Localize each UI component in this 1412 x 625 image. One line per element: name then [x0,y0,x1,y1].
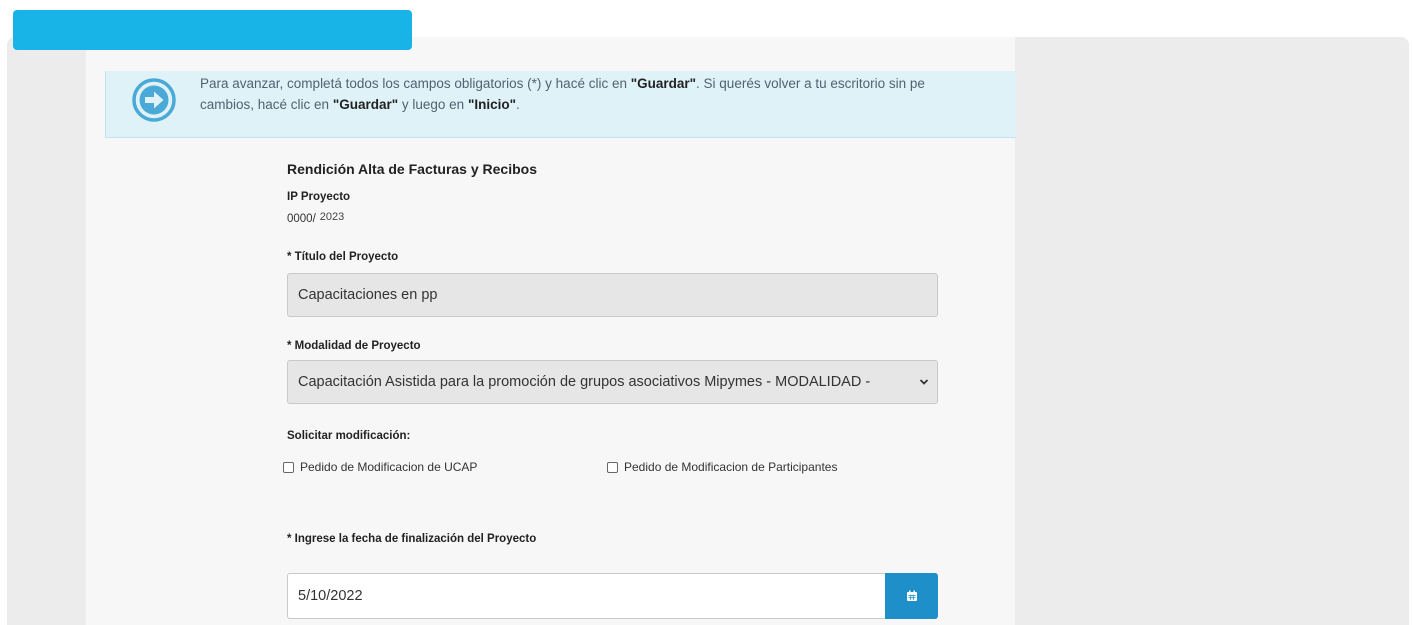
solicitar-label: Solicitar modificación: [287,430,411,442]
titulo-label: * Título del Proyecto [287,251,399,263]
ip-proyecto-value: 0000/2023 [287,211,345,225]
modalidad-select[interactable]: Capacitación Asistida para la promoción … [287,360,938,404]
calendar-icon [906,590,917,601]
arrow-right-circle-icon [132,78,176,122]
titulo-field[interactable]: Capacitaciones en pp [287,273,938,317]
ip-proyecto-label: IP Proyecto [287,191,351,203]
main-content: Para avanzar, completá todos los campos … [86,37,1016,625]
checkbox-ucap-box[interactable] [283,461,294,473]
fecha-label: * Ingrese la fecha de finalización del P… [287,533,537,545]
notice-text: Para avanzar, completá todos los campos … [200,76,925,112]
app-frame: Para avanzar, completá todos los campos … [7,37,1409,625]
chevron-down-icon [919,379,929,385]
modalidad-label: * Modalidad de Proyecto [287,340,421,352]
checkbox-ucap[interactable]: Pedido de Modificacion de UCAP [283,460,477,474]
checkbox-participantes[interactable]: Pedido de Modificacion de Participantes [607,460,837,474]
fecha-input[interactable]: 5/10/2022 [287,573,885,619]
checkbox-ucap-label: Pedido de Modificacion de UCAP [300,460,478,474]
calendar-button[interactable] [885,573,938,619]
checkbox-participantes-box[interactable] [607,461,618,473]
checkbox-participantes-label: Pedido de Modificacion de Participantes [624,460,838,474]
section-title: Rendición Alta de Facturas y Recibos [287,161,537,177]
modification-checkboxes: Pedido de Modificacion de UCAP Pedido de… [283,460,923,476]
top-tab-bar [13,10,412,50]
info-notice: Para avanzar, completá todos los campos … [105,71,1016,138]
